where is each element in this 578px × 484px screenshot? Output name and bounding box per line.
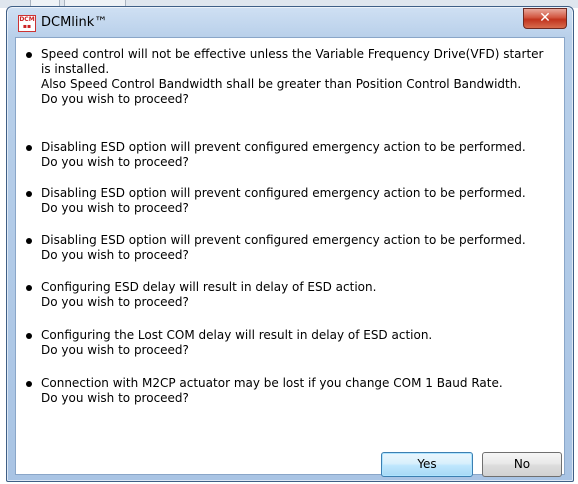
close-button[interactable]: ✕	[523, 8, 567, 29]
bullet-icon	[26, 285, 32, 291]
title-bar[interactable]: DCM ▪▪ DCMlink™ ✕	[7, 7, 573, 37]
app-icon-label: DCM	[19, 16, 35, 23]
message-text: Speed control will not be effective unle…	[41, 47, 556, 107]
window-title: DCMlink™	[41, 15, 108, 30]
no-button[interactable]: No	[482, 452, 562, 477]
bullet-icon	[26, 191, 32, 197]
dialog-content: Speed control will not be effective unle…	[15, 37, 565, 477]
message-line: Also Speed Control Bandwidth shall be gr…	[41, 77, 522, 91]
message-dialog: DCM ▪▪ DCMlink™ ✕ Speed control will not…	[6, 6, 574, 482]
message-line: Do you wish to proceed?	[41, 248, 189, 262]
message-text: Disabling ESD option will prevent config…	[41, 140, 556, 170]
message-line: Configuring the Lost COM delay will resu…	[41, 328, 433, 342]
bullet-icon	[26, 145, 32, 151]
message-line: Do you wish to proceed?	[41, 201, 189, 215]
message-line: Configuring ESD delay will result in del…	[41, 280, 377, 294]
bullet-icon	[26, 52, 32, 58]
app-icon-mark: ▪▪	[22, 23, 32, 30]
message-text: Disabling ESD option will prevent config…	[41, 186, 556, 216]
message-line: Speed control will not be effective unle…	[41, 47, 544, 61]
message-line: Do you wish to proceed?	[41, 155, 189, 169]
message-text: Connection with M2CP actuator may be los…	[41, 376, 556, 406]
app-icon: DCM ▪▪	[18, 15, 36, 32]
message-line: Disabling ESD option will prevent config…	[41, 233, 526, 247]
message-line: Do you wish to proceed?	[41, 343, 189, 357]
message-text: Disabling ESD option will prevent config…	[41, 233, 556, 263]
bullet-icon	[26, 381, 32, 387]
message-line: Do you wish to proceed?	[41, 295, 189, 309]
message-text: Configuring the Lost COM delay will resu…	[41, 328, 556, 358]
message-text: Configuring ESD delay will result in del…	[41, 280, 556, 310]
message-line: Disabling ESD option will prevent config…	[41, 186, 526, 200]
message-line: Connection with M2CP actuator may be los…	[41, 376, 503, 390]
message-line: Disabling ESD option will prevent config…	[41, 140, 526, 154]
bullet-icon	[26, 238, 32, 244]
yes-button[interactable]: Yes	[381, 452, 473, 477]
bullet-icon	[26, 333, 32, 339]
close-icon: ✕	[539, 10, 551, 26]
message-line: is installed.	[41, 62, 110, 76]
message-line: Do you wish to proceed?	[41, 92, 189, 106]
message-line: Do you wish to proceed?	[41, 391, 189, 405]
